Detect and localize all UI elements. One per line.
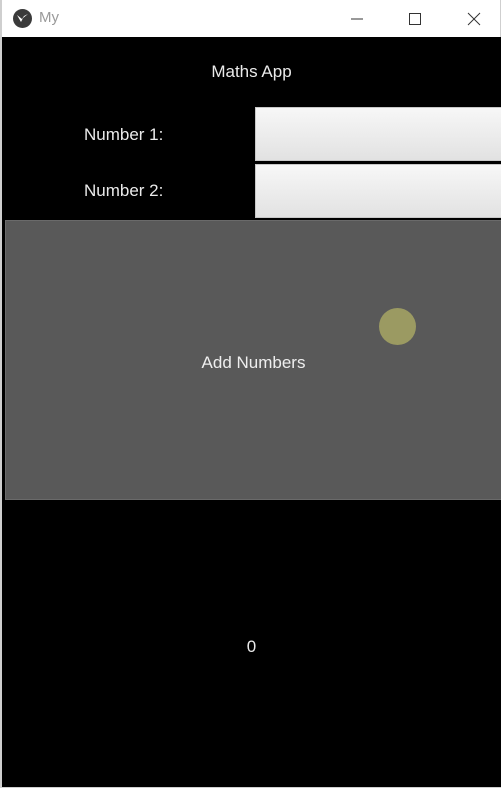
- close-icon: [467, 12, 481, 26]
- minimize-button[interactable]: [328, 0, 386, 37]
- maximize-icon: [409, 13, 421, 25]
- app-content: Maths App Number 1: Number 2: Add Number…: [2, 37, 501, 787]
- kivy-logo-icon: [13, 9, 32, 28]
- number1-label: Number 1:: [84, 125, 164, 144]
- number1-input[interactable]: [255, 107, 501, 161]
- close-button[interactable]: [445, 0, 501, 37]
- number2-label: Number 2:: [84, 181, 164, 200]
- add-numbers-label: Add Numbers: [201, 353, 306, 372]
- minimize-icon: [351, 18, 363, 20]
- title-bar[interactable]: My: [2, 0, 500, 37]
- app-title: Maths App: [211, 62, 292, 81]
- window-title: My: [39, 9, 59, 26]
- touch-indicator: [379, 308, 416, 345]
- app-window: My Maths App Number 1: Number 2: Add Num…: [0, 0, 501, 788]
- maximize-button[interactable]: [386, 0, 444, 37]
- number2-input[interactable]: [255, 164, 501, 218]
- add-numbers-button[interactable]: Add Numbers: [5, 220, 501, 500]
- result-label: 0: [246, 637, 257, 656]
